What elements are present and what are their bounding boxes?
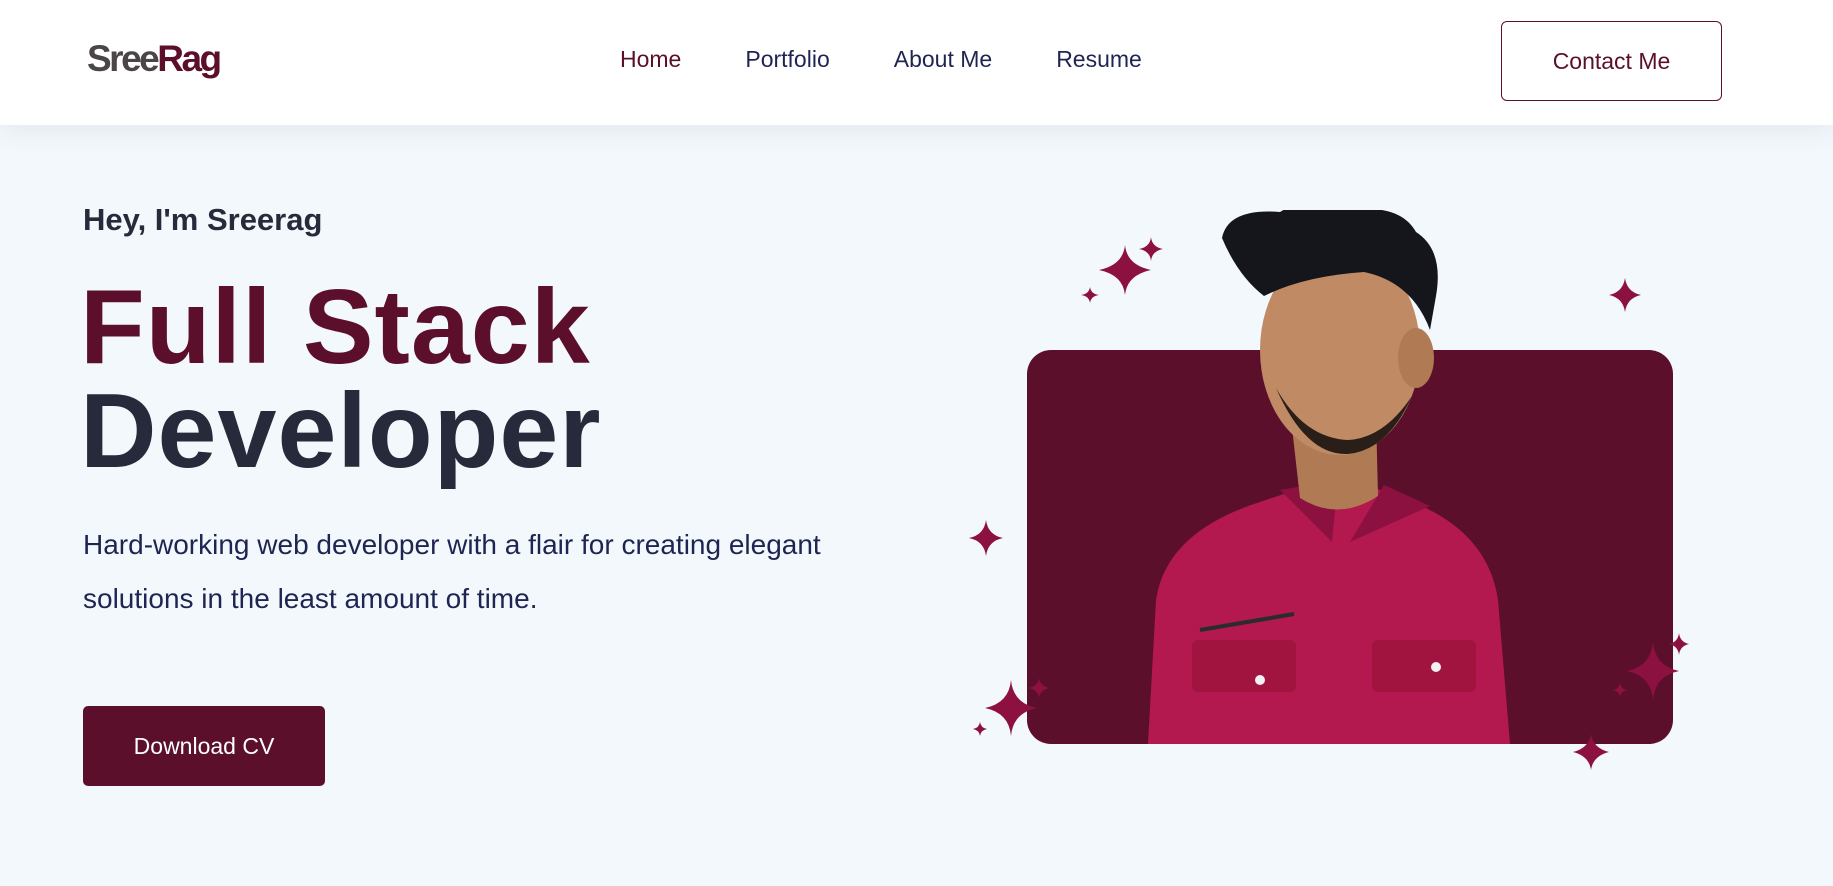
hero-title-line-2: Developer [80,372,602,490]
logo[interactable]: SreeRag [87,38,222,80]
sparkle-icon [1099,245,1151,295]
nav-home-link[interactable]: Home [620,46,681,73]
nav-about-me-link[interactable]: About Me [894,46,992,73]
logo-part-rag: Rag [157,38,222,79]
sparkle-icon [1081,287,1099,303]
hero-illustration [969,210,1689,770]
nav-resume-link[interactable]: Resume [1056,46,1142,73]
hero-description: Hard-working web developer with a flair … [83,529,821,614]
sparkle-icon [969,520,1003,556]
hero-title-line-1: Full Stack [80,268,591,386]
sparkle-icon [973,722,987,736]
portrait-button [1255,675,1265,685]
sparkle-icon [1609,278,1641,312]
portrait-pocket-left [1192,640,1296,692]
sparkle-icon [1139,237,1163,261]
hero-greeting: Hey, I'm Sreerag [83,202,323,237]
download-cv-button[interactable]: Download CV [83,706,325,786]
navbar: SreeRag Home Portfolio About Me Resume C… [0,0,1833,125]
logo-part-sree: Sree [87,38,160,79]
hero-title: Full Stack Developer [80,268,602,490]
nav-portfolio-link[interactable]: Portfolio [745,46,829,73]
contact-me-button[interactable]: Contact Me [1501,21,1722,101]
main-nav: Home Portfolio About Me Resume [620,46,1142,73]
portrait-pocket-right [1372,640,1476,692]
portrait-ear [1398,328,1434,388]
portrait-button [1431,662,1441,672]
